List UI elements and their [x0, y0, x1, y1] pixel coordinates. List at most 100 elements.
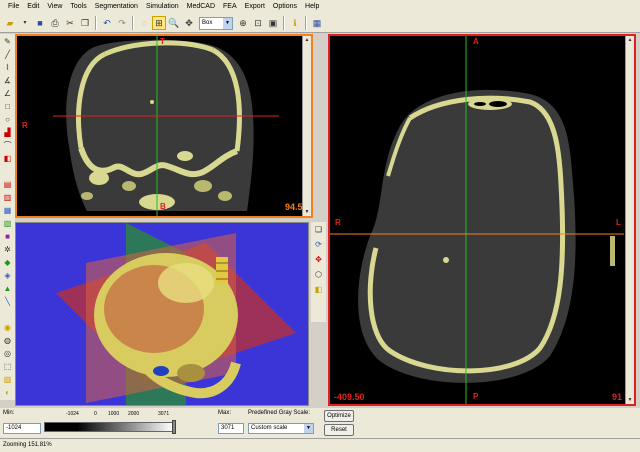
transparency-icon[interactable]: ◧ — [313, 284, 325, 295]
tick-label: -1024 — [66, 411, 79, 417]
calculate-3d-icon[interactable]: ■ — [2, 231, 14, 242]
pan-icon[interactable]: ✥ — [313, 254, 325, 265]
scissors-icon[interactable]: ✂ — [63, 16, 77, 30]
zoom-fit-icon[interactable]: ⊡ — [251, 16, 265, 30]
split-icon[interactable]: ▨ — [2, 374, 14, 385]
axial-scrollbar[interactable]: ▲ ▼ — [625, 36, 634, 404]
gray-scale-ticks: -1024 0 1000 2000 3071 — [44, 409, 174, 421]
view-select-value: Box — [202, 19, 213, 26]
coronal-ct-image — [53, 36, 279, 216]
pen-icon[interactable]: ✎ — [2, 36, 14, 47]
scroll-down-icon[interactable]: ▼ — [626, 396, 634, 404]
menu-bar: File Edit View Tools Segmentation Simula… — [0, 0, 640, 14]
save-icon[interactable]: ■ — [33, 16, 47, 30]
scroll-up-icon[interactable]: ▲ — [303, 36, 311, 44]
profile-icon[interactable]: ⌒ — [2, 140, 14, 151]
menu-file[interactable]: File — [4, 0, 23, 14]
cut-icon[interactable]: ⬚ — [2, 361, 14, 372]
view-select[interactable]: Box ▼ — [199, 16, 233, 30]
grid-icon[interactable]: ▦ — [310, 16, 324, 30]
axial-bottom-label: P — [473, 392, 479, 401]
zoom-box-icon[interactable]: ▣ — [266, 16, 280, 30]
menu-segmentation[interactable]: Segmentation — [91, 0, 142, 14]
export-icon[interactable]: ◐ — [2, 387, 14, 398]
left-tool-strip: ✎ ╱ ⌇ ∡ ∠ □ ○ ▟ ⌒ ◧ ▤ ▥ ▦ ▧ ■ ✲ ◆ ◈ ▲ ╲ … — [0, 34, 15, 400]
polyline-icon[interactable]: ⌇ — [2, 62, 14, 73]
range-handle[interactable] — [172, 420, 176, 434]
axial-slice-left-value: -409.50 — [334, 392, 365, 402]
mesh-icon[interactable]: ◉ — [2, 322, 14, 333]
rectangle-icon[interactable]: □ — [2, 101, 14, 112]
chevron-down-icon: ▼ — [223, 17, 232, 29]
move-icon[interactable]: ✥ — [182, 16, 196, 30]
chevron-down-icon: ▼ — [304, 424, 313, 433]
gray-scale-bar[interactable] — [44, 422, 174, 432]
boolean-icon[interactable]: ▲ — [2, 283, 14, 294]
threshold-icon[interactable]: ▤ — [2, 179, 14, 190]
menu-edit[interactable]: Edit — [23, 0, 43, 14]
zoom-in-icon[interactable]: ⊕ — [236, 16, 250, 30]
tick-label: 2000 — [128, 411, 140, 417]
wand-icon[interactable]: ✲ — [2, 244, 14, 255]
3d-skull-render — [56, 223, 296, 405]
scroll-down-icon[interactable]: ▼ — [303, 208, 311, 216]
zoom-icon[interactable]: 🔍 — [167, 16, 181, 30]
menu-options[interactable]: Options — [269, 0, 301, 14]
gray-scale-preset-select[interactable]: Custom scale ▼ — [248, 423, 314, 434]
undo-icon[interactable]: ↶ — [100, 16, 114, 30]
coronal-left-label: R — [22, 121, 28, 130]
max-label: Max: — [218, 410, 232, 416]
menu-simulation[interactable]: Simulation — [142, 0, 183, 14]
min-value-field[interactable]: -1024 — [3, 423, 41, 434]
min-value: -1024 — [6, 425, 22, 431]
slice-mode-icon[interactable]: ⊞ — [152, 16, 166, 30]
smooth-icon[interactable]: ◍ — [2, 335, 14, 346]
menu-medcad[interactable]: MedCAD — [183, 0, 219, 14]
reset-button[interactable]: Reset — [324, 424, 354, 436]
open-folder-icon[interactable]: ▰ — [3, 16, 17, 30]
coronal-scrollbar[interactable]: ▲ ▼ — [302, 36, 311, 216]
print-icon[interactable]: ⎙ — [48, 16, 62, 30]
axial-view[interactable]: A P R L -409.50 91 ▲ ▼ — [328, 34, 636, 406]
brush-icon[interactable]: ╲ — [2, 296, 14, 307]
copy-icon[interactable]: ❐ — [78, 16, 92, 30]
status-bar: Zooming 151.81% — [0, 438, 640, 452]
optimize-button[interactable]: Optimize — [324, 410, 354, 422]
rotate-icon[interactable]: ⟳ — [313, 239, 325, 250]
histogram-icon[interactable]: ▟ — [2, 127, 14, 138]
min-label: Min: — [3, 410, 15, 416]
ellipse-icon[interactable]: ○ — [2, 114, 14, 125]
wrap-icon[interactable]: ◎ — [2, 348, 14, 359]
morph-icon[interactable]: ◈ — [2, 270, 14, 281]
status-text: Zooming 151.81% — [3, 442, 52, 448]
max-value-field[interactable]: 3071 — [218, 423, 244, 434]
dropdown-arrow-icon[interactable]: ▾ — [18, 16, 32, 30]
info-icon[interactable]: ℹ — [288, 16, 302, 30]
fill-icon[interactable]: ◆ — [2, 257, 14, 268]
reset-view-icon[interactable]: ❏ — [313, 224, 325, 235]
eraser-icon[interactable]: ◧ — [2, 153, 14, 164]
pointer-icon[interactable]: ◌ — [137, 16, 151, 30]
region-grow-icon[interactable]: ▥ — [2, 192, 14, 203]
angle-icon[interactable]: ∠ — [2, 88, 14, 99]
measure-icon[interactable]: ∡ — [2, 75, 14, 86]
menu-tools[interactable]: Tools — [66, 0, 90, 14]
menu-export[interactable]: Export — [241, 0, 269, 14]
predefined-gray-scale-label: Predefined Gray Scale: — [248, 410, 311, 416]
orbit-icon[interactable]: ⬡ — [313, 269, 325, 280]
layer-icon[interactable]: ▦ — [2, 205, 14, 216]
scroll-up-icon[interactable]: ▲ — [626, 36, 634, 44]
max-value: 3071 — [221, 425, 235, 431]
menu-view[interactable]: View — [43, 0, 66, 14]
coronal-view[interactable]: T B R L 94.54 ▲ ▼ — [15, 34, 313, 218]
axial-ct-image — [330, 36, 624, 404]
menu-help[interactable]: Help — [301, 0, 323, 14]
redo-icon[interactable]: ↷ — [115, 16, 129, 30]
axial-top-label: A — [473, 37, 479, 46]
line-icon[interactable]: ╱ — [2, 49, 14, 60]
3d-view[interactable] — [15, 222, 309, 406]
mask-icon[interactable]: ▧ — [2, 218, 14, 229]
gray-scale-preset-value: Custom scale — [251, 425, 288, 431]
menu-fea[interactable]: FEA — [219, 0, 241, 14]
